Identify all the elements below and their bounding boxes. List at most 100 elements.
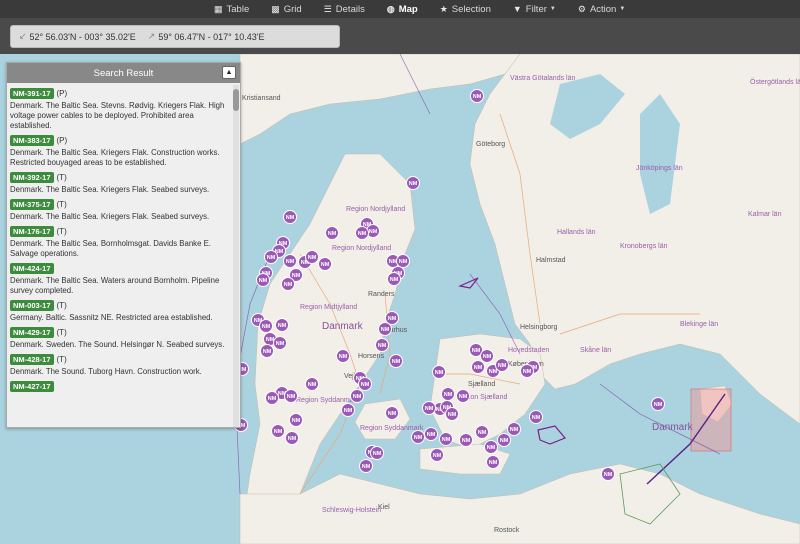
nm-marker[interactable]: NM xyxy=(305,250,319,264)
list-item[interactable]: NM-428-17 (T) Denmark. The Sound. Tuborg H… xyxy=(10,354,230,377)
result-id-badge[interactable]: NM-392-17 xyxy=(10,172,54,183)
nm-marker[interactable]: NM xyxy=(285,431,299,445)
list-item[interactable]: NM-003-17 (T) Germany. Baltic. Sassnitz NE… xyxy=(10,300,230,323)
list-item[interactable]: NM-176-17 (T) Denmark. The Baltic Sea. Bor… xyxy=(10,226,230,259)
nm-marker[interactable]: NM xyxy=(273,336,287,350)
nm-marker[interactable]: NM xyxy=(424,427,438,441)
nav-map[interactable]: ◍ Map xyxy=(387,4,418,15)
nm-marker-label: NM xyxy=(308,255,317,261)
nm-marker[interactable]: NM xyxy=(385,406,399,420)
nm-marker[interactable]: NM xyxy=(387,272,401,286)
nav-filter[interactable]: ▼ Filter ▼ xyxy=(513,4,556,15)
nm-marker[interactable]: NM xyxy=(281,277,295,291)
nm-marker[interactable]: NM xyxy=(264,250,278,264)
result-id-badge[interactable]: NM-176-17 xyxy=(10,226,54,237)
result-id-badge[interactable]: NM-424-17 xyxy=(10,263,54,274)
nm-marker[interactable]: NM xyxy=(484,440,498,454)
nm-marker[interactable]: NM xyxy=(359,459,373,473)
list-item[interactable]: NM-383-17 (P) Denmark. The Baltic Sea. Kri… xyxy=(10,135,230,168)
nm-marker[interactable]: NM xyxy=(318,257,332,271)
nm-marker[interactable]: NM xyxy=(389,354,403,368)
result-header: NM-176-17 (T) xyxy=(10,226,230,237)
nm-marker-label: NM xyxy=(523,369,532,375)
nm-marker[interactable]: NM xyxy=(305,377,319,391)
nm-marker[interactable]: NM xyxy=(529,410,543,424)
nm-marker-label: NM xyxy=(390,277,399,283)
list-item[interactable]: NM-429-17 (T) Denmark. Sweden. The Sound. … xyxy=(10,327,230,350)
result-id-badge[interactable]: NM-427-17 xyxy=(10,381,54,392)
scroll-thumb[interactable] xyxy=(233,89,239,111)
nm-marker[interactable]: NM xyxy=(358,377,372,391)
nm-marker[interactable]: NM xyxy=(355,226,369,240)
place-kristiansand: Kristiansand xyxy=(242,95,281,102)
nm-marker[interactable]: NM xyxy=(430,448,444,462)
nm-marker[interactable]: NM xyxy=(439,432,453,446)
nm-marker[interactable]: NM xyxy=(256,273,270,287)
nm-marker[interactable]: NM xyxy=(350,389,364,403)
nm-marker[interactable]: NM xyxy=(336,349,350,363)
result-id-badge[interactable]: NM-375-17 xyxy=(10,199,54,210)
place-schleswig: Schleswig-Holstein xyxy=(322,507,381,514)
list-item[interactable]: NM-424-17 Denmark. The Baltic Sea. Waters… xyxy=(10,263,230,296)
list-item[interactable]: NM-427-17 xyxy=(10,381,230,392)
nm-marker[interactable]: NM xyxy=(370,446,384,460)
result-description: Denmark. Sweden. The Sound. Helsingør N.… xyxy=(10,340,225,349)
nm-marker[interactable]: NM xyxy=(456,389,470,403)
nm-marker[interactable]: NM xyxy=(475,425,489,439)
nm-marker[interactable]: NM xyxy=(283,210,297,224)
nm-marker[interactable]: NM xyxy=(441,387,455,401)
nm-marker[interactable]: NM xyxy=(341,403,355,417)
nm-marker[interactable]: NM xyxy=(406,176,420,190)
nm-marker[interactable]: NM xyxy=(289,413,303,427)
result-id-badge[interactable]: NM-429-17 xyxy=(10,327,54,338)
nav-action[interactable]: ⚙ Action ▼ xyxy=(578,4,625,15)
nm-marker[interactable]: NM xyxy=(259,319,273,333)
nm-marker[interactable]: NM xyxy=(265,391,279,405)
nm-marker[interactable]: NM xyxy=(495,358,509,372)
nav-details[interactable]: ☰ Details xyxy=(324,4,365,15)
nm-marker[interactable]: NM xyxy=(445,407,459,421)
nm-marker[interactable]: NM xyxy=(470,89,484,103)
nm-marker-label: NM xyxy=(489,460,498,466)
result-id-badge[interactable]: NM-003-17 xyxy=(10,300,54,311)
nm-marker[interactable]: NM xyxy=(486,455,500,469)
result-id-badge[interactable]: NM-428-17 xyxy=(10,354,54,365)
nm-marker[interactable]: NM xyxy=(480,349,494,363)
collapse-button[interactable]: ▲ xyxy=(222,66,236,79)
place-kalmar: Kalmar län xyxy=(748,211,782,218)
list-item[interactable]: NM-391-17 (P) Denmark. The Baltic Sea. Ste… xyxy=(10,88,230,131)
nm-marker[interactable]: NM xyxy=(375,338,389,352)
nm-marker[interactable]: NM xyxy=(432,365,446,379)
nm-marker[interactable]: NM xyxy=(651,397,665,411)
nm-marker[interactable]: NM xyxy=(471,360,485,374)
nm-marker[interactable]: NM xyxy=(378,322,392,336)
result-type: (T) xyxy=(56,355,67,364)
nm-marker[interactable]: NM xyxy=(284,389,298,403)
nm-marker[interactable]: NM xyxy=(520,364,534,378)
nm-marker[interactable]: NM xyxy=(396,254,410,268)
nm-marker[interactable]: NM xyxy=(411,430,425,444)
nav-selection[interactable]: ★ Selection xyxy=(440,4,491,15)
result-id-badge[interactable]: NM-383-17 xyxy=(10,135,54,146)
place-blekinge: Blekinge län xyxy=(680,321,718,328)
nm-marker[interactable]: NM xyxy=(507,422,521,436)
nm-marker[interactable]: NM xyxy=(271,424,285,438)
list-item[interactable]: NM-375-17 (T) Denmark. The Baltic Sea. Kri… xyxy=(10,199,230,222)
nm-marker[interactable]: NM xyxy=(601,467,615,481)
results-scrollbar[interactable] xyxy=(233,85,239,427)
nm-marker[interactable]: NM xyxy=(275,318,289,332)
nm-marker[interactable]: NM xyxy=(260,344,274,358)
nm-marker-label: NM xyxy=(328,231,337,237)
nav-table[interactable]: ▦ Table xyxy=(214,4,249,15)
nm-marker[interactable]: NM xyxy=(459,433,473,447)
result-id-badge[interactable]: NM-391-17 xyxy=(10,88,54,99)
nm-marker[interactable]: NM xyxy=(325,226,339,240)
nm-marker[interactable]: NM xyxy=(422,401,436,415)
nm-marker[interactable]: NM xyxy=(283,254,297,268)
list-item[interactable]: NM-392-17 (T) Denmark. The Baltic Sea. Kri… xyxy=(10,172,230,195)
nm-marker-label: NM xyxy=(262,324,271,330)
nav-grid[interactable]: ▩ Grid xyxy=(271,4,301,15)
nm-marker-label: NM xyxy=(274,429,283,435)
result-description: Denmark. The Sound. Tuborg Havn. Constru… xyxy=(10,367,202,376)
nm-marker[interactable]: NM xyxy=(497,433,511,447)
